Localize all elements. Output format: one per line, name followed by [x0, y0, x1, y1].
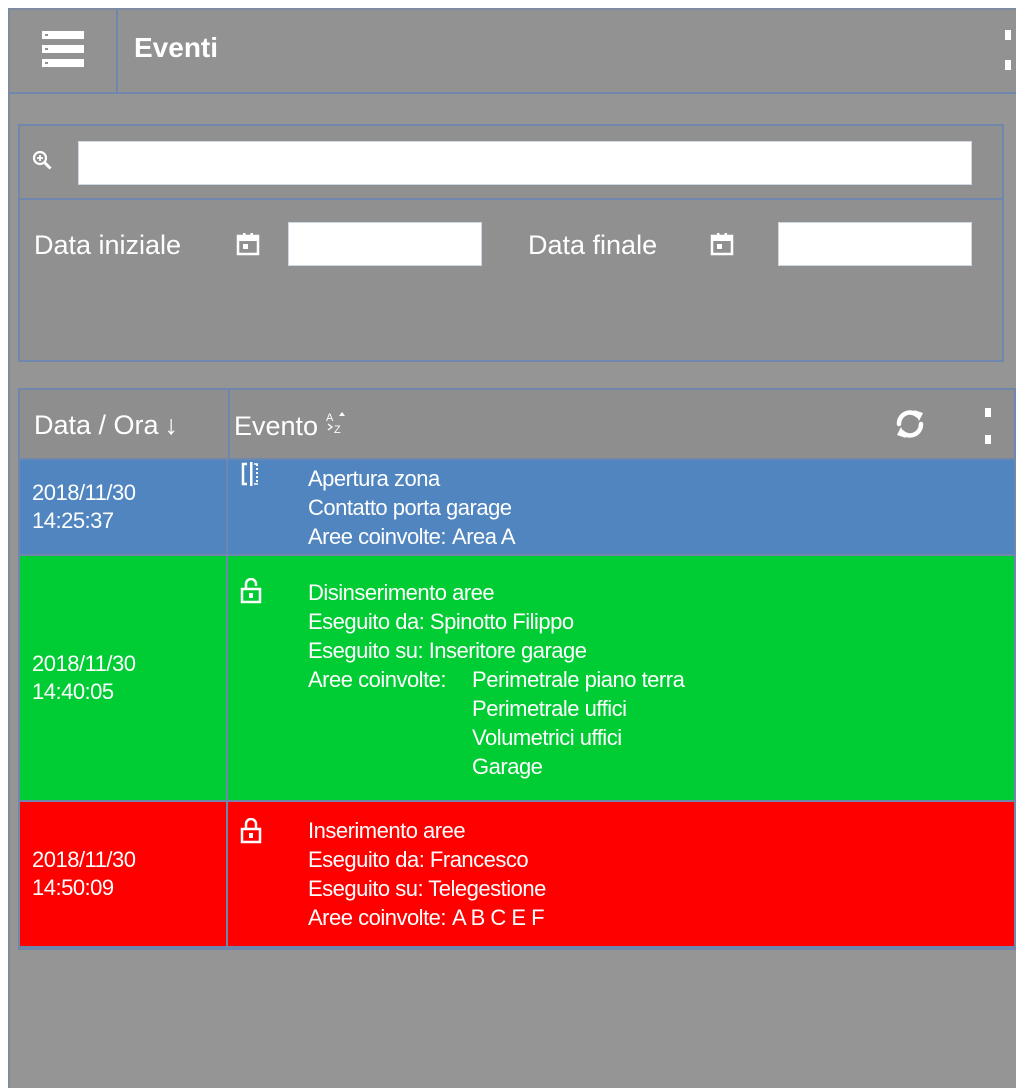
unlock-icon [240, 577, 262, 609]
sort-down-arrow-icon: ↓ [164, 410, 179, 440]
event-date: 2018/11/30 [32, 480, 136, 505]
areas-label: Aree coinvolte: [308, 905, 447, 930]
event-areas: Aree coinvolte: A B C E F [308, 903, 546, 932]
areas-label: Aree coinvolte: [308, 667, 447, 692]
areas-list: Perimetrale piano terra Perimetrale uffi… [472, 665, 685, 781]
area-item: Perimetrale uffici [472, 696, 627, 721]
event-line: Eseguito da: Spinotto Filippo [308, 609, 574, 634]
list-menu-icon [42, 30, 84, 72]
event-date: 2018/11/30 [32, 847, 136, 872]
event-title: Apertura zona [308, 466, 440, 491]
sort-az-icon: A Z [324, 410, 348, 443]
event-details: Disinserimento aree Eseguito da: Spinott… [308, 578, 685, 781]
lock-icon [240, 817, 262, 849]
column-event-label: Evento [234, 411, 319, 441]
end-date-label: Data finale [528, 230, 658, 260]
area-item: Perimetrale piano terra [472, 667, 685, 692]
filter-panel: Data iniziale Data finale [18, 124, 1004, 362]
page-title: Eventi [134, 32, 219, 63]
calendar-icon[interactable] [710, 232, 734, 261]
event-line: Contatto porta garage [308, 495, 512, 520]
refresh-icon[interactable] [890, 404, 930, 449]
event-datetime: 2018/11/30 14:40:05 [20, 556, 228, 800]
events-table: Data / Ora ↓ Evento A Z 2018/11/30 14:25… [18, 388, 1016, 950]
column-header-datetime[interactable]: Data / Ora ↓ [34, 410, 178, 441]
kebab-icon-dot [985, 435, 991, 444]
start-date-label: Data iniziale [34, 230, 182, 260]
kebab-icon [985, 408, 991, 417]
event-row[interactable]: 2018/11/30 14:50:09 Inserimento aree Ese… [20, 802, 1014, 948]
event-title: Inserimento aree [308, 818, 466, 843]
event-time: 14:25:37 [32, 508, 114, 533]
menu-button[interactable] [10, 10, 118, 92]
event-datetime: 2018/11/30 14:50:09 [20, 802, 228, 946]
event-date: 2018/11/30 [32, 651, 136, 676]
svg-text:Z: Z [334, 424, 341, 436]
areas-label: Aree coinvolte: [308, 524, 447, 549]
table-header: Data / Ora ↓ Evento A Z [20, 390, 1014, 460]
events-screen: Eventi Data iniziale Data finale Data / … [8, 8, 1016, 1088]
area-item: A B C E F [452, 905, 545, 930]
event-areas: Aree coinvolte: Area A [308, 522, 516, 551]
kebab-icon [1005, 30, 1011, 40]
table-more-options-button[interactable] [982, 408, 994, 444]
start-date-input[interactable] [288, 222, 482, 266]
calendar-icon[interactable] [236, 232, 260, 261]
event-time: 14:50:09 [32, 875, 114, 900]
svg-text:A: A [326, 412, 334, 424]
column-datetime-label: Data / Ora [34, 410, 159, 440]
column-header-event[interactable]: Evento A Z [234, 410, 348, 443]
app-header: Eventi [10, 10, 1016, 94]
kebab-icon-dot [1005, 60, 1011, 70]
more-options-button[interactable] [1002, 30, 1014, 70]
search-row [20, 126, 1002, 200]
event-title: Disinserimento aree [308, 580, 495, 605]
zone-door-icon [240, 462, 262, 493]
zoom-in-icon [32, 150, 52, 175]
event-line: Eseguito da: Francesco [308, 847, 529, 872]
area-item: Area A [452, 524, 516, 549]
event-line: Eseguito su: Inseritore garage [308, 638, 587, 663]
area-item: Garage [472, 754, 543, 779]
event-line: Eseguito su: Telegestione [308, 876, 546, 901]
event-details: Apertura zona Contatto porta garage Aree… [308, 464, 516, 551]
area-item: Volumetrici uffici [472, 725, 622, 750]
event-areas: Aree coinvolte: Perimetrale piano terra … [308, 665, 685, 781]
event-time: 14:40:05 [32, 679, 114, 704]
event-details: Inserimento aree Eseguito da: Francesco … [308, 816, 546, 932]
event-row[interactable]: 2018/11/30 14:40:05 Disinserimento aree … [20, 556, 1014, 802]
event-datetime: 2018/11/30 14:25:37 [20, 460, 228, 554]
search-input[interactable] [78, 141, 972, 185]
end-date-input[interactable] [778, 222, 972, 266]
event-row[interactable]: 2018/11/30 14:25:37 Apertura zona Contat… [20, 460, 1014, 556]
